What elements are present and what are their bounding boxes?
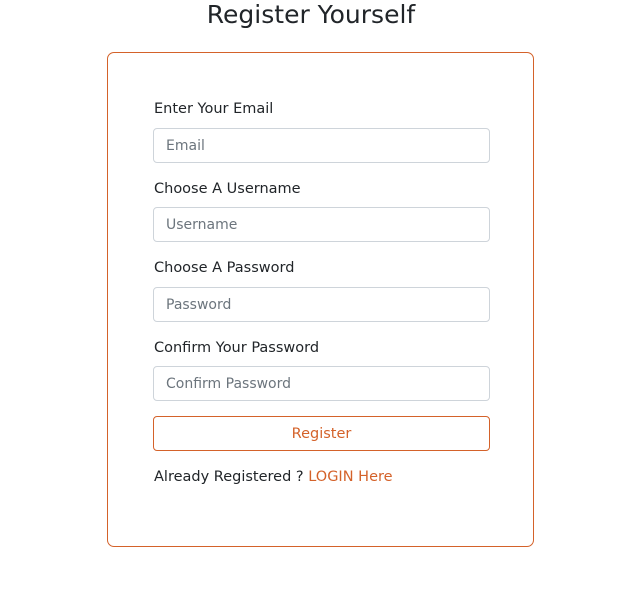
confirm-password-field[interactable] bbox=[153, 366, 490, 401]
email-field[interactable] bbox=[153, 128, 490, 163]
username-field[interactable] bbox=[153, 207, 490, 242]
login-prompt-text: Already Registered ? bbox=[154, 469, 304, 485]
register-button[interactable]: Register bbox=[153, 416, 490, 451]
confirm-password-label: Confirm Your Password bbox=[154, 340, 320, 356]
email-label: Enter Your Email bbox=[154, 101, 274, 117]
login-link[interactable]: LOGIN Here bbox=[308, 469, 392, 485]
register-card: Enter Your Email Choose A Username Choos… bbox=[107, 52, 534, 547]
page-title: Register Yourself bbox=[206, 0, 416, 29]
password-label: Choose A Password bbox=[154, 260, 295, 276]
login-prompt-line: Already Registered ? LOGIN Here bbox=[154, 468, 393, 486]
password-field[interactable] bbox=[153, 287, 490, 322]
username-label: Choose A Username bbox=[154, 181, 301, 197]
